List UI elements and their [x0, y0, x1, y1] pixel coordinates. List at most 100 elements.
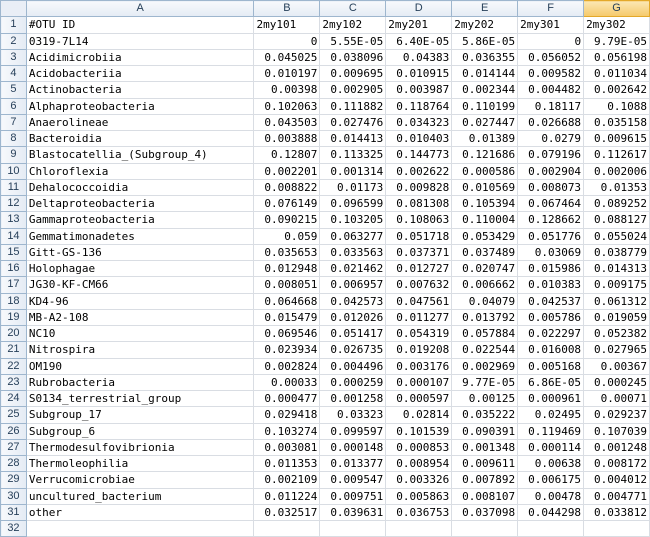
row-header[interactable]: 23 [0, 373, 27, 392]
cell[interactable]: 0.036753 [385, 503, 453, 522]
cell[interactable]: 0.103274 [253, 422, 321, 440]
cell[interactable]: 0.029418 [253, 406, 321, 424]
cell[interactable]: 5.86E-05 [451, 32, 519, 50]
cell[interactable]: 0 [253, 32, 321, 50]
row-header[interactable]: 6 [0, 97, 27, 115]
cell[interactable]: 0.009695 [319, 64, 387, 83]
cell[interactable]: 0.144773 [385, 146, 453, 164]
cell[interactable]: Subgroup_6 [25, 422, 255, 440]
cell[interactable]: 0.010197 [253, 64, 321, 83]
cell[interactable]: 0.00638 [517, 454, 585, 473]
cell[interactable]: 0.009751 [319, 487, 387, 505]
cell[interactable]: 0.002904 [517, 162, 585, 180]
cell[interactable]: 0.055024 [583, 227, 650, 245]
column-header-b[interactable]: B [253, 0, 321, 18]
cell[interactable]: 0.032517 [253, 503, 321, 522]
row-header[interactable]: 15 [0, 243, 27, 262]
cell[interactable]: 0.021462 [319, 259, 387, 278]
row-header[interactable]: 1 [0, 16, 27, 34]
row-header[interactable]: 9 [0, 146, 27, 164]
row-header[interactable]: 29 [0, 471, 27, 489]
cell[interactable]: 0.005786 [517, 308, 585, 327]
cell[interactable]: 0.012727 [385, 259, 453, 278]
cell[interactable]: 0.027447 [451, 113, 519, 132]
cell[interactable]: NC10 [25, 324, 255, 343]
cell[interactable]: 0.036355 [451, 48, 519, 67]
cell[interactable]: 0.033812 [583, 503, 650, 522]
cell[interactable]: Chloroflexia [25, 162, 255, 180]
cell[interactable]: 0.00125 [451, 389, 519, 408]
cell[interactable]: Acidimicrobiia [25, 48, 255, 67]
cell[interactable]: 0.00478 [517, 487, 585, 505]
cell[interactable]: 0.006662 [451, 276, 519, 294]
cell[interactable]: 0.00367 [583, 357, 650, 375]
cell[interactable]: Rubrobacteria [25, 373, 255, 392]
cell[interactable]: 0.000853 [385, 438, 453, 457]
cell[interactable]: 0.096599 [319, 194, 387, 213]
row-header[interactable]: 13 [0, 211, 27, 229]
cell[interactable]: 0.002824 [253, 357, 321, 375]
cell[interactable]: 0.011224 [253, 487, 321, 505]
cell[interactable]: 0.004482 [517, 81, 585, 99]
cell[interactable]: 0.059 [253, 227, 321, 245]
row-header[interactable]: 5 [0, 81, 27, 99]
cell[interactable]: 0.008822 [253, 178, 321, 197]
cell[interactable]: 0.067464 [517, 194, 585, 213]
row-header[interactable]: 27 [0, 438, 27, 457]
cell[interactable]: other [25, 503, 255, 522]
cell[interactable]: 0.04079 [451, 292, 519, 310]
cell[interactable]: 0.037371 [385, 243, 453, 262]
column-header-g[interactable]: G [583, 0, 650, 18]
cell[interactable]: 0.005863 [385, 487, 453, 505]
cell[interactable]: 0.003888 [253, 129, 321, 148]
cell[interactable]: 0.007892 [451, 471, 519, 489]
cell[interactable]: 9.79E-05 [583, 32, 650, 50]
cell[interactable]: Blastocatellia_(Subgroup_4) [25, 146, 255, 164]
cell[interactable]: 0.020747 [451, 259, 519, 278]
cell[interactable]: 0.023934 [253, 341, 321, 359]
row-header[interactable]: 24 [0, 389, 27, 408]
cell[interactable]: 0.103205 [319, 211, 387, 229]
cell[interactable]: 0.008073 [517, 178, 585, 197]
cell[interactable]: 0.01389 [451, 129, 519, 148]
cell[interactable]: 0.054319 [385, 324, 453, 343]
cell[interactable]: 0.042573 [319, 292, 387, 310]
cell[interactable]: 0.111882 [319, 97, 387, 115]
cell[interactable]: 0.009828 [385, 178, 453, 197]
cell[interactable]: 0.063277 [319, 227, 387, 245]
row-header[interactable]: 21 [0, 341, 27, 359]
cell[interactable]: 0.000961 [517, 389, 585, 408]
cell[interactable]: 0.12807 [253, 146, 321, 164]
cell[interactable]: 0.02814 [385, 406, 453, 424]
cell[interactable]: Gammaproteobacteria [25, 211, 255, 229]
cell[interactable]: 0.035158 [583, 113, 650, 132]
cell[interactable]: 6.40E-05 [385, 32, 453, 50]
row-header[interactable]: 16 [0, 259, 27, 278]
cell[interactable]: 0.110199 [451, 97, 519, 115]
cell[interactable]: 0.00071 [583, 389, 650, 408]
cell[interactable]: Gemmatimonadetes [25, 227, 255, 245]
cell[interactable]: 0.027965 [583, 341, 650, 359]
cell[interactable]: 2my202 [451, 16, 519, 34]
cell[interactable]: 0.003081 [253, 438, 321, 457]
cell[interactable]: 0.112617 [583, 146, 650, 164]
cell[interactable] [25, 519, 255, 537]
cell[interactable] [583, 519, 650, 537]
cell[interactable]: 0.03069 [517, 243, 585, 262]
cell[interactable]: 0.022544 [451, 341, 519, 359]
cell[interactable]: 0.118764 [385, 97, 453, 115]
row-header[interactable]: 28 [0, 454, 27, 473]
cell[interactable]: 0 [517, 32, 585, 50]
column-header-f[interactable]: F [517, 0, 585, 18]
cell[interactable]: 0.010403 [385, 129, 453, 148]
cell[interactable]: 0.011277 [385, 308, 453, 327]
cell[interactable]: 0.034323 [385, 113, 453, 132]
cell[interactable]: 0.001248 [583, 438, 650, 457]
cell[interactable]: 0.108063 [385, 211, 453, 229]
cell[interactable]: 0.090215 [253, 211, 321, 229]
row-header[interactable]: 14 [0, 227, 27, 245]
cell[interactable]: 0.001348 [451, 438, 519, 457]
row-header[interactable]: 4 [0, 64, 27, 83]
cell[interactable]: 0.014144 [451, 64, 519, 83]
cell[interactable]: 0.003326 [385, 471, 453, 489]
